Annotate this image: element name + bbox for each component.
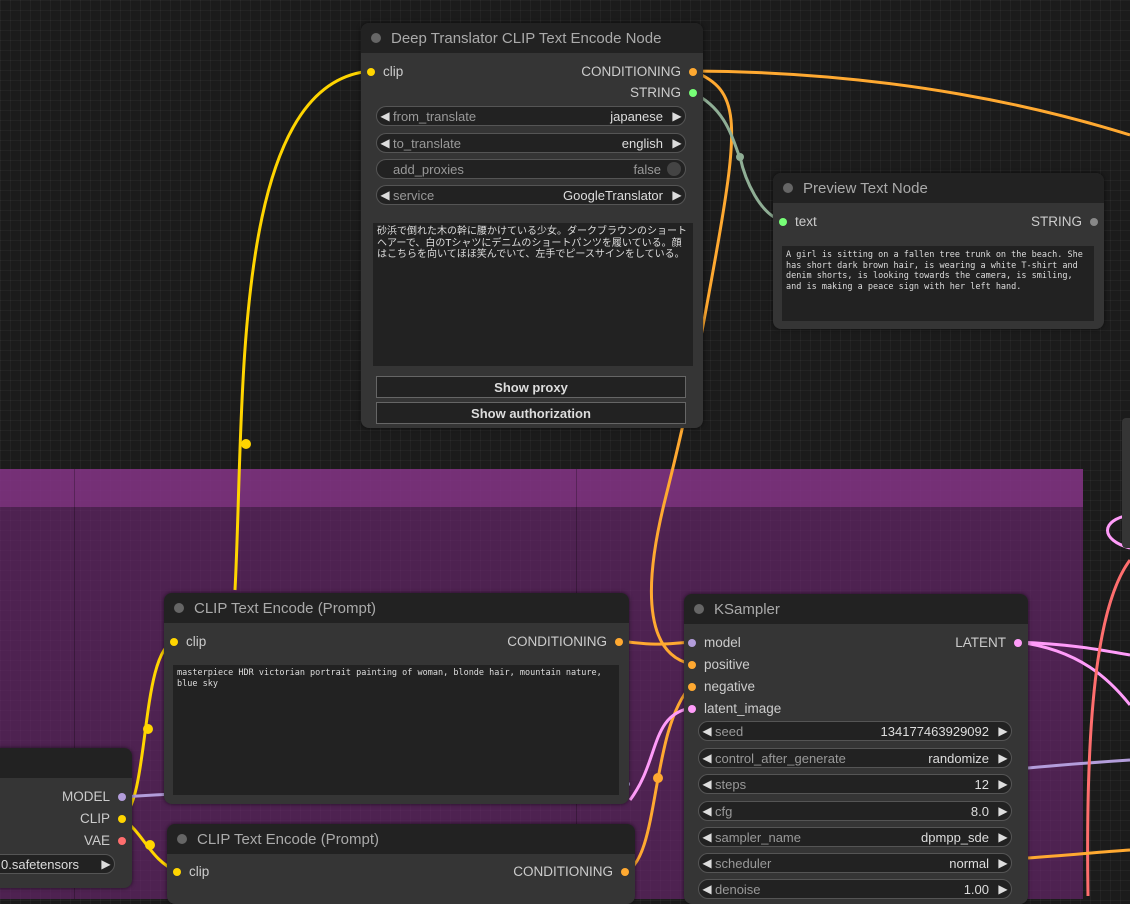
checkpoint-output-model[interactable]: MODEL	[62, 789, 126, 804]
clip-encode-input-clip[interactable]: clip	[173, 864, 209, 879]
arrow-left-icon[interactable]: ◀	[377, 188, 393, 202]
preview-input-text[interactable]: text	[779, 214, 817, 229]
arrow-right-icon[interactable]: ▶	[995, 804, 1011, 818]
model-pin-icon[interactable]	[688, 639, 696, 647]
vae-pin-icon[interactable]	[118, 837, 126, 845]
arrow-left-icon[interactable]: ◀	[699, 804, 715, 818]
arrow-right-icon[interactable]: ▶	[995, 856, 1011, 870]
arrow-right-icon[interactable]: ▶	[669, 136, 685, 150]
preview-text-output: A girl is sitting on a fallen tree trunk…	[782, 246, 1094, 321]
ksampler-input-latent-image[interactable]: latent_image	[688, 701, 781, 716]
toggle-knob-icon[interactable]	[667, 162, 681, 176]
arrow-left-icon[interactable]: ◀	[699, 856, 715, 870]
arrow-right-icon[interactable]: ▶	[995, 724, 1011, 738]
translator-input-clip[interactable]: clip	[367, 64, 403, 79]
ksampler-input-negative[interactable]: negative	[688, 679, 755, 694]
preview-node-title[interactable]: Preview Text Node	[773, 173, 1104, 203]
checkpoint-output-clip[interactable]: CLIP	[80, 811, 126, 826]
show-authorization-button[interactable]: Show authorization	[376, 402, 686, 424]
from-translate-combo[interactable]: ◀ from_translate japanese ▶	[376, 106, 686, 126]
ksampler-input-positive[interactable]: positive	[688, 657, 750, 672]
arrow-right-icon[interactable]: ▶	[995, 777, 1011, 791]
arrow-right-icon[interactable]: ▶	[669, 109, 685, 123]
clip-text-encode-node-1[interactable]: CLIP Text Encode (Prompt) clip CONDITION…	[164, 593, 629, 804]
translator-title-text: Deep Translator CLIP Text Encode Node	[391, 30, 661, 47]
arrow-right-icon[interactable]: ▶	[995, 882, 1011, 896]
collapse-dot-icon[interactable]	[174, 603, 184, 613]
scheduler-combo[interactable]: ◀ scheduler normal ▶	[698, 853, 1012, 873]
sampler-name-combo[interactable]: ◀ sampler_name dpmpp_sde ▶	[698, 827, 1012, 847]
string-pin-icon[interactable]	[1090, 218, 1098, 226]
latent-pin-icon[interactable]	[688, 705, 696, 713]
steps-widget[interactable]: ◀ steps 12 ▶	[698, 774, 1012, 794]
checkpoint-loader-node[interactable]: MODEL CLIP VAE 0.safetensors ▶	[0, 748, 132, 888]
clip-encode-output-conditioning[interactable]: CONDITIONING	[507, 634, 623, 649]
clip-pin-icon[interactable]	[367, 68, 375, 76]
string-pin-icon[interactable]	[779, 218, 787, 226]
conditioning-pin-icon[interactable]	[615, 638, 623, 646]
string-pin-icon[interactable]	[689, 89, 697, 97]
arrow-left-icon[interactable]: ◀	[699, 724, 715, 738]
arrow-left-icon[interactable]: ◀	[377, 136, 393, 150]
add-proxies-toggle[interactable]: add_proxies false	[376, 159, 686, 179]
to-translate-combo[interactable]: ◀ to_translate english ▶	[376, 133, 686, 153]
arrow-left-icon[interactable]: ◀	[377, 109, 393, 123]
prompt-text-input[interactable]: masterpiece HDR victorian portrait paint…	[173, 665, 619, 795]
arrow-right-icon[interactable]: ▶	[995, 830, 1011, 844]
control-after-generate-combo[interactable]: ◀ control_after_generate randomize ▶	[698, 748, 1012, 768]
arrow-left-icon[interactable]: ◀	[699, 751, 715, 765]
collapse-dot-icon[interactable]	[177, 834, 187, 844]
clip-pin-icon[interactable]	[118, 815, 126, 823]
collapse-dot-icon[interactable]	[371, 33, 381, 43]
ksampler-output-latent[interactable]: LATENT	[955, 635, 1022, 650]
translator-node[interactable]: Deep Translator CLIP Text Encode Node cl…	[361, 23, 703, 428]
arrow-left-icon[interactable]: ◀	[699, 882, 715, 896]
checkpoint-node-title[interactable]	[0, 748, 132, 778]
cfg-widget[interactable]: ◀ cfg 8.0 ▶	[698, 801, 1012, 821]
show-proxy-button[interactable]: Show proxy	[376, 376, 686, 398]
conditioning-pin-icon[interactable]	[689, 68, 697, 76]
conditioning-pin-icon[interactable]	[688, 683, 696, 691]
arrow-right-icon[interactable]: ▶	[669, 188, 685, 202]
clip-pin-icon[interactable]	[170, 638, 178, 646]
group-header[interactable]	[0, 469, 1083, 507]
arrow-right-icon[interactable]: ▶	[995, 751, 1011, 765]
denoise-widget[interactable]: ◀ denoise 1.00 ▶	[698, 879, 1012, 899]
ksampler-title[interactable]: KSampler	[684, 594, 1028, 624]
preview-text-node[interactable]: Preview Text Node text STRING A girl is …	[773, 173, 1104, 329]
collapse-dot-icon[interactable]	[783, 183, 793, 193]
clip-text-encode-node-2[interactable]: CLIP Text Encode (Prompt) clip CONDITION…	[167, 824, 635, 904]
ksampler-node[interactable]: KSampler model LATENT positive negative …	[684, 594, 1028, 904]
ksampler-input-model[interactable]: model	[688, 635, 741, 650]
preview-output-string[interactable]: STRING	[1031, 214, 1098, 229]
translator-output-string[interactable]: STRING	[630, 85, 697, 100]
wire-string-to-preview	[693, 93, 783, 221]
offscreen-node-edge[interactable]	[1122, 418, 1130, 548]
ckpt-name-combo[interactable]: 0.safetensors ▶	[0, 854, 115, 874]
service-combo[interactable]: ◀ service GoogleTranslator ▶	[376, 185, 686, 205]
clip-pin-icon[interactable]	[173, 868, 181, 876]
translator-output-conditioning[interactable]: CONDITIONING	[581, 64, 697, 79]
translator-text-input[interactable]: 砂浜で倒れた木の幹に腰かけている少女。ダークブラウンのショートヘアーで、白のTシ…	[373, 223, 693, 366]
seed-widget[interactable]: ◀ seed 134177463929092 ▶	[698, 721, 1012, 741]
checkpoint-output-vae[interactable]: VAE	[84, 833, 126, 848]
latent-pin-icon[interactable]	[1014, 639, 1022, 647]
arrow-left-icon[interactable]: ◀	[699, 830, 715, 844]
arrow-left-icon[interactable]: ◀	[699, 777, 715, 791]
conditioning-pin-icon[interactable]	[688, 661, 696, 669]
clip-encode-title[interactable]: CLIP Text Encode (Prompt)	[164, 593, 629, 623]
conditioning-pin-icon[interactable]	[621, 868, 629, 876]
wire-conditioning-right	[693, 71, 1130, 135]
collapse-dot-icon[interactable]	[694, 604, 704, 614]
translator-node-title[interactable]: Deep Translator CLIP Text Encode Node	[361, 23, 703, 53]
clip-encode-title[interactable]: CLIP Text Encode (Prompt)	[167, 824, 635, 854]
clip-encode-output-conditioning[interactable]: CONDITIONING	[513, 864, 629, 879]
clip-encode-input-clip[interactable]: clip	[170, 634, 206, 649]
model-pin-icon[interactable]	[118, 793, 126, 801]
arrow-right-icon[interactable]: ▶	[98, 857, 114, 871]
wire-vae	[1088, 560, 1130, 896]
